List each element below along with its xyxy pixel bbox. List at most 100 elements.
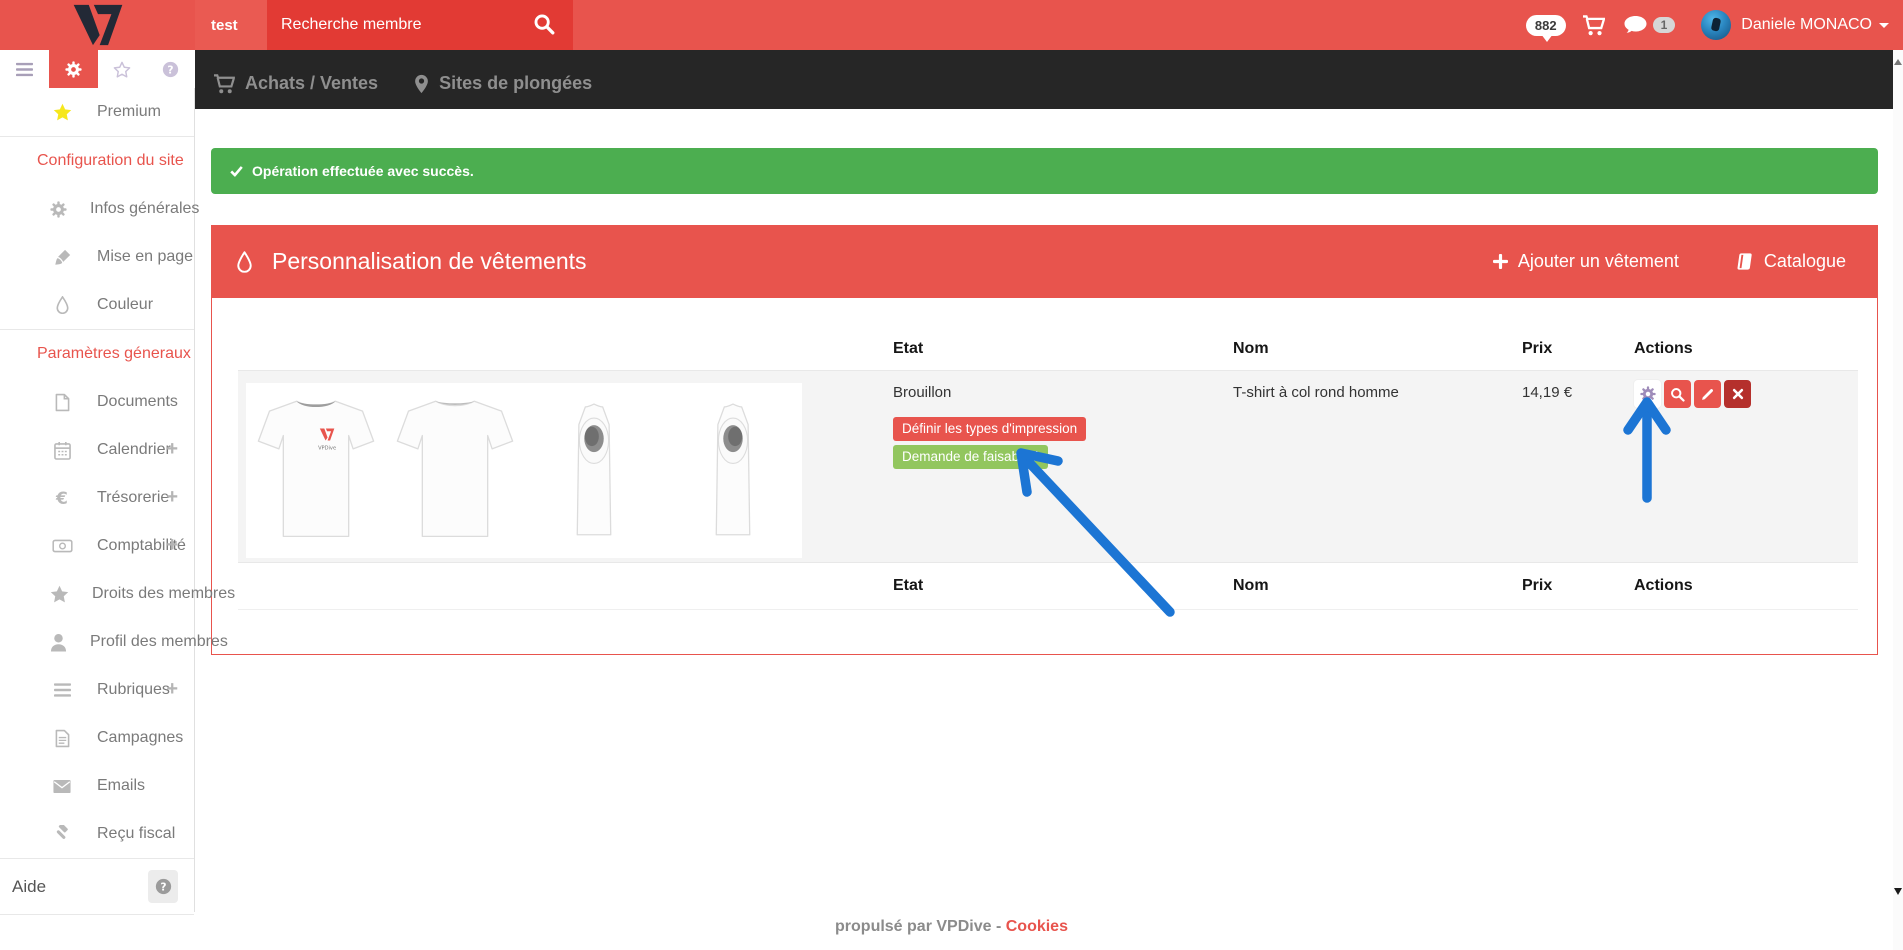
clothing-panel: Personnalisation de vêtements Ajouter un… [211,225,1878,655]
sidebar-item-rubriques[interactable]: Rubriques [0,666,194,714]
delete-icon [1732,388,1744,400]
catalog-button[interactable]: Catalogue [1729,250,1852,273]
messages-widget[interactable]: 1 [1623,15,1676,35]
points-badge[interactable]: 882 [1526,15,1566,36]
tab-favorites[interactable] [98,50,147,88]
page-footer: propulsé par VPDive - Cookies [0,918,1903,936]
avatar[interactable] [1701,10,1731,40]
sidebar-tabstrip [0,50,195,88]
table-row: VPDive [238,371,1858,563]
table-footer-row: Etat Nom Prix Actions [238,563,1858,610]
alert-text: Opération effectuée avec succès. [252,163,474,179]
sidebar-item-comptabilite[interactable]: Comptabilité [0,522,194,570]
row-action-delete-button[interactable] [1724,380,1751,408]
col-header-etat: Etat [881,334,1221,370]
panel-title: Personnalisation de vêtements [272,248,587,275]
status-text: Brouillon [893,384,951,401]
file-icon [50,393,74,412]
help-button[interactable] [148,870,178,903]
definir-types-impression-badge[interactable]: Définir les types d'impression [893,417,1086,441]
top-header: test 882 1 Daniele MONACO [0,0,1903,50]
table-header-row: Etat Nom Prix Actions [238,334,1858,371]
euro-icon [50,489,74,507]
droplet-icon [237,251,252,273]
sidebar-item-recu-fiscal[interactable]: Reçu fiscal [0,810,194,858]
brush-icon [50,249,74,266]
panel-header-actions: Ajouter un vêtement Catalogue [1487,250,1852,273]
sidebar-item-droits-membres[interactable]: Droits des membres [0,570,194,618]
site-name-label[interactable]: test [195,0,267,50]
add-garment-button[interactable]: Ajouter un vêtement [1487,250,1685,273]
search-icon [1670,387,1685,402]
main-content: Opération effectuée avec succès. Personn… [195,109,1893,950]
breadcrumb-sites-plongees[interactable]: Sites de plongées [414,73,592,94]
sidebar-help-row: Aide [0,858,194,915]
star-icon [50,585,69,603]
user-name[interactable]: Daniele MONACO [1741,16,1872,34]
row-action-edit-button[interactable] [1694,380,1721,408]
tshirt-front-image: VPDive [246,383,385,558]
help-label[interactable]: Aide [12,877,46,897]
scroll-up-icon[interactable] [1894,59,1902,65]
star-icon [50,103,74,121]
col-footer-prix: Prix [1510,563,1622,609]
breadcrumb-achats-ventes[interactable]: Achats / Ventes [213,73,378,94]
sidebar-item-mise-en-page[interactable]: Mise en page [0,233,194,281]
sidebar-heading-configuration: Configuration du site [0,136,194,185]
product-images: VPDive [246,383,802,558]
garments-table: Etat Nom Prix Actions [238,334,1858,610]
question-icon [155,878,172,895]
sidebar: Premium Configuration du site Infos géné… [0,88,195,912]
breadcrumb: Achats / Ventes Sites de plongées [195,50,1893,109]
demande-de-faisabilite-badge[interactable]: Demande de faisabilité [893,445,1048,469]
tab-help[interactable] [146,50,195,88]
product-name: T-shirt à col rond homme [1221,371,1510,562]
col-footer-nom: Nom [1221,563,1510,609]
sidebar-item-documents[interactable]: Documents [0,378,194,426]
vertical-scrollbar[interactable] [1893,50,1903,950]
row-action-view-button[interactable] [1664,380,1691,408]
droplet-icon [50,296,74,314]
col-footer-etat: Etat [881,563,1221,609]
pencil-icon [1700,387,1715,402]
map-pin-icon [414,74,429,94]
caret-down-icon[interactable] [1879,23,1889,28]
person-icon [50,633,67,652]
sidebar-item-calendrier[interactable]: Calendrier [0,426,194,474]
col-header-prix: Prix [1510,334,1622,370]
row-action-configure-button[interactable] [1634,380,1661,408]
search-icon[interactable] [533,13,555,35]
tab-settings[interactable] [49,50,98,88]
sidebar-item-tresorerie[interactable]: Trésorerie [0,474,194,522]
tab-menu[interactable] [0,50,49,88]
envelope-icon [50,780,74,793]
scroll-down-icon[interactable] [1894,888,1902,895]
file-lines-icon [50,729,74,748]
sidebar-item-premium[interactable]: Premium [0,88,194,136]
calendar-icon [50,441,74,460]
vpdive-logo-icon [72,3,124,47]
panel-body: Etat Nom Prix Actions [211,298,1878,655]
sidebar-item-emails[interactable]: Emails [0,762,194,810]
gavel-icon [50,825,74,843]
sidebar-item-campagnes[interactable]: Campagnes [0,714,194,762]
list-icon [50,683,74,697]
cart-icon[interactable] [1582,15,1605,36]
menu-icon [16,62,33,77]
col-header-nom: Nom [1221,334,1510,370]
sidebar-item-profil-membres[interactable]: Profil des membres [0,618,194,666]
cookies-link[interactable]: Cookies [1006,918,1068,935]
sidebar-item-infos-generales[interactable]: Infos générales [0,185,194,233]
cart-icon [213,74,235,94]
tshirt-side-right-image [524,383,663,558]
search-input[interactable] [267,0,573,50]
gear-icon [65,61,82,78]
help-icon [162,61,179,78]
gear-icon [50,201,67,218]
success-alert: Opération effectuée avec succès. [211,148,1878,194]
tshirt-logo-text: VPDive [318,445,336,451]
col-footer-actions: Actions [1622,563,1858,609]
sidebar-heading-parametres: Paramètres géneraux [0,329,194,378]
app-logo[interactable] [0,0,195,50]
sidebar-item-couleur[interactable]: Couleur [0,281,194,329]
